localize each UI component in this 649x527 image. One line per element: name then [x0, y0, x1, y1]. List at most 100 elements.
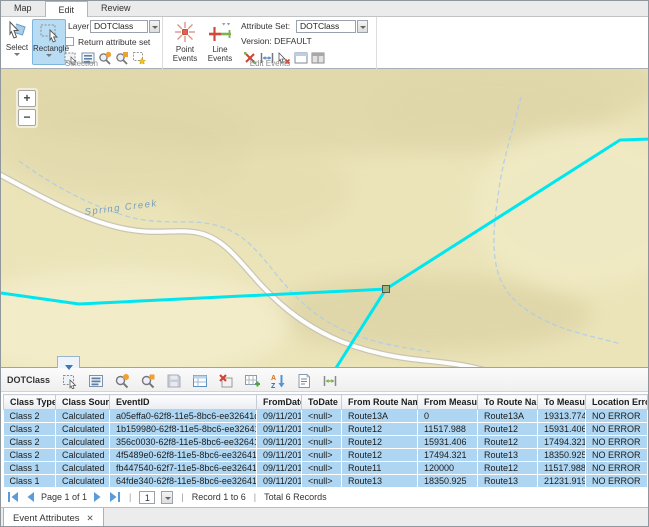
table-cell[interactable]: 09/11/2015 — [257, 436, 302, 449]
table-cell[interactable]: Route12 — [342, 436, 418, 449]
show-log-icon[interactable] — [294, 371, 314, 390]
page-number-dropdown[interactable] — [161, 491, 173, 504]
table-cell[interactable]: 64fde340-62f8-11e5-8bc6-ee32641d5ec9 — [110, 475, 257, 488]
table-row[interactable]: Class 1Calculatedfb447540-62f7-11e5-8bc6… — [4, 462, 648, 475]
layer-combo[interactable]: DOTClass — [90, 20, 148, 33]
table-cell[interactable]: Class 2 — [4, 436, 56, 449]
table-cell[interactable]: 17494.321 — [538, 436, 586, 449]
column-header[interactable]: Class Type — [4, 395, 56, 410]
table-row[interactable]: Class 2Calculateda05effa0-62f8-11e5-8bc6… — [4, 410, 648, 423]
table-cell[interactable]: Calculated — [56, 462, 110, 475]
table-cell[interactable]: NO ERROR — [586, 475, 648, 488]
table-row[interactable]: Class 1Calculated64fde340-62f8-11e5-8bc6… — [4, 475, 648, 488]
column-header[interactable]: EventID — [110, 395, 257, 410]
table-row[interactable]: Class 2Calculated1b159980-62f8-11e5-8bc6… — [4, 423, 648, 436]
table-cell[interactable]: Class 2 — [4, 423, 56, 436]
layer-combo-arrow[interactable] — [149, 20, 160, 33]
tab-review[interactable]: Review — [88, 1, 144, 16]
tab-map[interactable]: Map — [1, 1, 45, 16]
table-cell[interactable]: 11517.988 — [538, 462, 586, 475]
table-cell[interactable]: NO ERROR — [586, 462, 648, 475]
column-header[interactable]: Class Source — [56, 395, 110, 410]
table-cell[interactable]: 0 — [418, 410, 478, 423]
table-cell[interactable]: Class 1 — [4, 462, 56, 475]
select-dropdown-caret[interactable] — [14, 53, 20, 56]
next-page-button[interactable] — [92, 491, 104, 503]
table-cell[interactable]: 11517.988 — [418, 423, 478, 436]
table-cell[interactable]: Route13 — [478, 449, 538, 462]
table-cell[interactable]: <null> — [302, 449, 342, 462]
previous-page-button[interactable] — [24, 491, 36, 503]
column-header[interactable]: ToDate — [302, 395, 342, 410]
table-cell[interactable]: Route13 — [478, 475, 538, 488]
table-cell[interactable]: 09/11/2015 — [257, 475, 302, 488]
table-cell[interactable]: a05effa0-62f8-11e5-8bc6-ee32641d5ec9 — [110, 410, 257, 423]
attribute-set-combo[interactable]: DOTClass — [296, 20, 356, 33]
table-cell[interactable]: 21231.919 — [538, 475, 586, 488]
table-cell[interactable]: <null> — [302, 475, 342, 488]
sort-records-icon[interactable]: AZ — [268, 371, 288, 390]
table-cell[interactable]: Calculated — [56, 410, 110, 423]
table-cell[interactable]: fb447540-62f7-11e5-8bc6-ee32641d5ec9 — [110, 462, 257, 475]
column-header[interactable]: To Route Name — [478, 395, 538, 410]
table-cell[interactable]: 17494.321 — [418, 449, 478, 462]
table-cell[interactable]: 1b159980-62f8-11e5-8bc6-ee32641d5ec9 — [110, 423, 257, 436]
table-cell[interactable]: 09/11/2015 — [257, 462, 302, 475]
attribute-list-icon[interactable] — [86, 371, 106, 390]
table-cell[interactable]: Route13 — [342, 475, 418, 488]
table-cell[interactable]: 356c0030-62f8-11e5-8bc6-ee32641d5ec9 — [110, 436, 257, 449]
table-cell[interactable]: Calculated — [56, 423, 110, 436]
table-cell[interactable]: <null> — [302, 462, 342, 475]
table-cell[interactable]: 09/11/2015 — [257, 410, 302, 423]
table-cell[interactable]: <null> — [302, 410, 342, 423]
rectangle-dropdown-caret[interactable] — [46, 54, 52, 57]
table-cell[interactable]: Route13A — [342, 410, 418, 423]
add-records-icon[interactable] — [242, 371, 262, 390]
table-cell[interactable]: Class 2 — [4, 410, 56, 423]
last-page-button[interactable] — [109, 491, 121, 503]
table-cell[interactable]: Route11 — [342, 462, 418, 475]
table-cell[interactable]: 120000 — [418, 462, 478, 475]
column-header[interactable]: From Route Name — [342, 395, 418, 410]
tab-edit[interactable]: Edit — [45, 1, 89, 17]
table-cell[interactable]: 4f5489e0-62f8-11e5-8bc6-ee32641d5ec9 — [110, 449, 257, 462]
save-edits-icon[interactable] — [164, 371, 184, 390]
table-cell[interactable]: 09/11/2015 — [257, 449, 302, 462]
return-attribute-set-checkbox[interactable] — [65, 37, 74, 46]
zoom-out-button[interactable]: − — [18, 109, 36, 126]
select-tool-icon[interactable] — [60, 371, 80, 390]
column-header[interactable]: Location Error — [586, 395, 648, 410]
pan-to-selected-icon[interactable] — [138, 371, 158, 390]
measure-icon[interactable] — [320, 371, 340, 390]
table-row[interactable]: Class 2Calculated356c0030-62f8-11e5-8bc6… — [4, 436, 648, 449]
table-cell[interactable]: NO ERROR — [586, 449, 648, 462]
map-canvas[interactable]: Spring Creek + − — [1, 69, 649, 367]
column-header[interactable]: To Measure — [538, 395, 586, 410]
table-cell[interactable]: Route12 — [478, 462, 538, 475]
first-page-button[interactable] — [7, 491, 19, 503]
table-cell[interactable]: 19313.774 — [538, 410, 586, 423]
table-cell[interactable]: NO ERROR — [586, 423, 648, 436]
table-cell[interactable]: Calculated — [56, 449, 110, 462]
tab-event-attributes[interactable]: Event Attributes✕ — [3, 508, 104, 527]
table-cell[interactable]: 18350.925 — [538, 449, 586, 462]
column-header[interactable]: From Measure — [418, 395, 478, 410]
zoom-to-selected-icon[interactable] — [112, 371, 132, 390]
attribute-set-combo-arrow[interactable] — [357, 20, 368, 33]
close-tab-icon[interactable]: ✕ — [87, 513, 94, 523]
table-cell[interactable]: <null> — [302, 436, 342, 449]
table-cell[interactable]: 09/11/2015 — [257, 423, 302, 436]
delete-selected-icon[interactable] — [216, 371, 236, 390]
page-number-input[interactable]: 1 — [139, 491, 155, 504]
open-table-icon[interactable] — [190, 371, 210, 390]
zoom-in-button[interactable]: + — [18, 90, 36, 107]
table-cell[interactable]: Route12 — [342, 449, 418, 462]
column-header[interactable]: FromDate — [257, 395, 302, 410]
table-cell[interactable]: Calculated — [56, 475, 110, 488]
table-cell[interactable]: 18350.925 — [418, 475, 478, 488]
table-cell[interactable]: NO ERROR — [586, 410, 648, 423]
table-row[interactable]: Class 2Calculated4f5489e0-62f8-11e5-8bc6… — [4, 449, 648, 462]
table-cell[interactable]: 15931.406 — [538, 423, 586, 436]
table-cell[interactable]: Class 2 — [4, 449, 56, 462]
table-cell[interactable]: Calculated — [56, 436, 110, 449]
